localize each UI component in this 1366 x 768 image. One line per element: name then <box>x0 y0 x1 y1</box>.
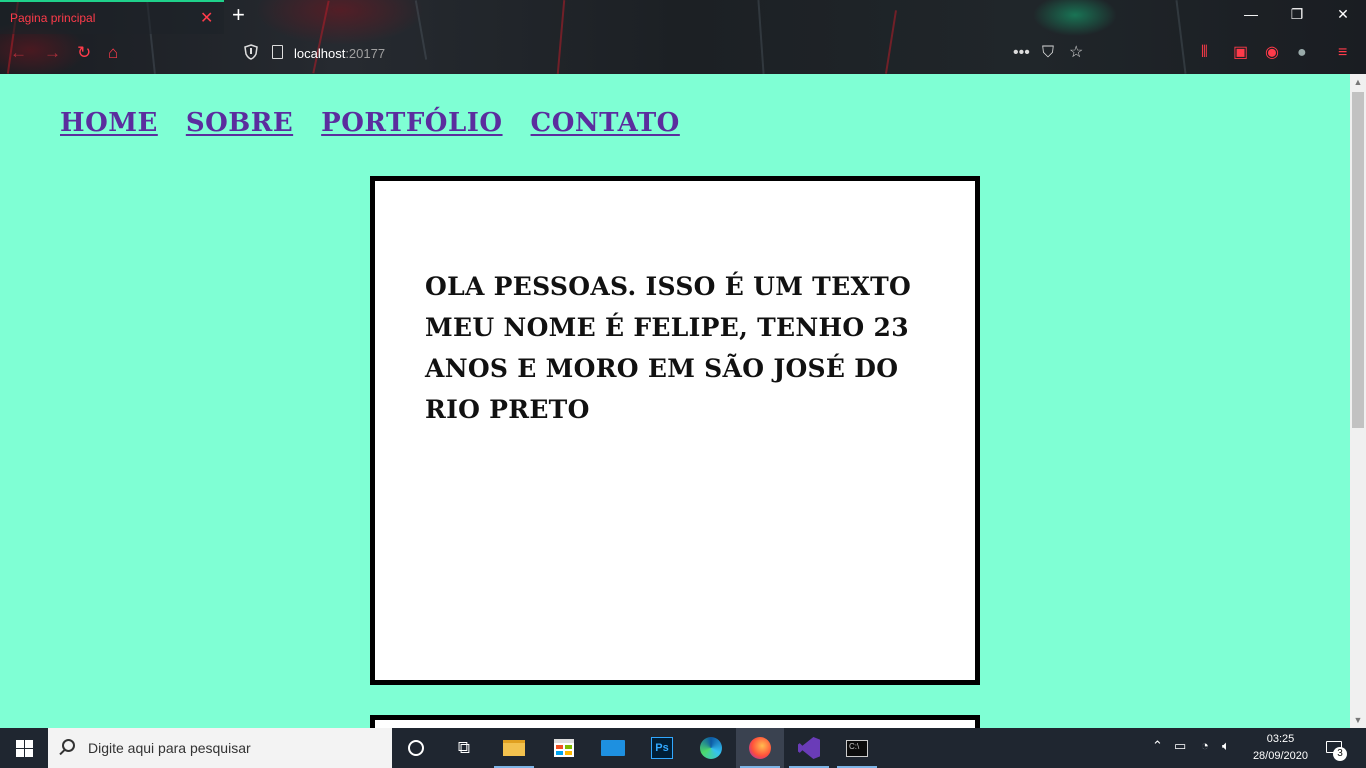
wifi-icon[interactable]: ◔ <box>1201 738 1209 753</box>
reload-icon[interactable]: ↻ <box>77 43 91 63</box>
edge-icon[interactable] <box>687 728 735 768</box>
store-icon[interactable] <box>540 728 588 768</box>
page-content: Home Sobre Portfólio Contato Ola pessoas… <box>0 74 1350 728</box>
notification-button[interactable]: 3 <box>1320 728 1366 768</box>
bookmark-star-icon[interactable]: ☆ <box>1069 43 1083 63</box>
new-tab-button[interactable]: + <box>232 3 245 27</box>
page-actions-icon[interactable]: ••• <box>1013 43 1030 63</box>
taskbar: Digite aqui para pesquisar ⧉ Ps C:\ ⌃ ▭ … <box>0 728 1366 768</box>
nav-link-sobre[interactable]: Sobre <box>186 108 293 138</box>
taskbar-search[interactable]: Digite aqui para pesquisar <box>48 728 392 768</box>
sidebar-icon[interactable]: ▣ <box>1233 43 1248 63</box>
menu-icon[interactable]: ≡ <box>1338 43 1347 63</box>
visual-studio-icon[interactable] <box>785 728 833 768</box>
extension-icon[interactable]: ● <box>1297 43 1307 63</box>
nav-link-contato[interactable]: Contato <box>531 108 680 138</box>
url-bar[interactable]: localhost:20177 <box>236 38 1016 68</box>
card-text: Ola pessoas. Isso é um texto meu nome é … <box>425 272 912 424</box>
terminal-icon[interactable]: C:\ <box>833 728 881 768</box>
file-explorer-icon[interactable] <box>490 728 538 768</box>
firefox-icon[interactable] <box>736 728 784 768</box>
scroll-thumb[interactable] <box>1352 92 1364 428</box>
windows-logo-icon <box>16 740 24 748</box>
url-port: :20177 <box>345 46 386 61</box>
clock-time: 03:25 <box>1266 733 1295 745</box>
scroll-up-icon[interactable]: ▲ <box>1350 74 1366 90</box>
forward-icon[interactable]: → <box>44 43 61 63</box>
page-info-icon[interactable] <box>272 45 283 59</box>
photoshop-icon[interactable]: Ps <box>638 728 686 768</box>
tab-title: Pagina principal <box>10 11 96 25</box>
url-host: localhost <box>294 46 346 61</box>
battery-icon[interactable]: ▭ <box>1174 738 1186 754</box>
back-icon[interactable]: ← <box>10 43 27 63</box>
minimize-button[interactable]: — <box>1228 6 1274 22</box>
mail-icon[interactable] <box>589 728 637 768</box>
library-icon[interactable]: ⫴ <box>1201 43 1208 63</box>
cortana-icon[interactable] <box>392 728 440 768</box>
volume-icon[interactable]: 🔈︎ <box>1222 738 1230 754</box>
nav-link-home[interactable]: Home <box>60 108 158 138</box>
url-text[interactable]: localhost:20177 <box>294 46 385 61</box>
browser-chrome: Pagina principal ✕ + — ❐ ✕ ← → ↻ ⌂ local… <box>0 0 1366 74</box>
page-scrollbar[interactable]: ▲ ▼ <box>1350 74 1366 728</box>
task-view-icon[interactable]: ⧉ <box>440 728 488 768</box>
content-card-second <box>370 715 980 728</box>
browser-tab[interactable]: Pagina principal ✕ <box>0 0 224 34</box>
nav-link-portfolio[interactable]: Portfólio <box>321 108 502 138</box>
scroll-down-icon[interactable]: ▼ <box>1350 712 1366 728</box>
search-icon <box>62 739 75 752</box>
clock[interactable]: 03:25 28/09/2020 <box>1253 731 1308 765</box>
site-nav: Home Sobre Portfólio Contato <box>60 108 680 138</box>
pocket-icon[interactable]: ⛉ <box>1042 43 1054 63</box>
account-icon[interactable]: ◉ <box>1265 43 1279 63</box>
clock-date: 28/09/2020 <box>1252 750 1308 762</box>
tab-close-icon[interactable]: ✕ <box>200 8 213 28</box>
restore-button[interactable]: ❐ <box>1274 6 1320 23</box>
search-placeholder: Digite aqui para pesquisar <box>88 740 251 756</box>
tray-chevron-icon[interactable]: ⌃ <box>1152 738 1163 754</box>
start-button[interactable] <box>0 728 48 768</box>
notification-count: 3 <box>1333 747 1347 761</box>
tracking-shield-icon[interactable] <box>244 44 258 60</box>
content-card: Ola pessoas. Isso é um texto meu nome é … <box>370 176 980 685</box>
home-icon[interactable]: ⌂ <box>108 43 118 63</box>
close-window-button[interactable]: ✕ <box>1320 6 1366 23</box>
